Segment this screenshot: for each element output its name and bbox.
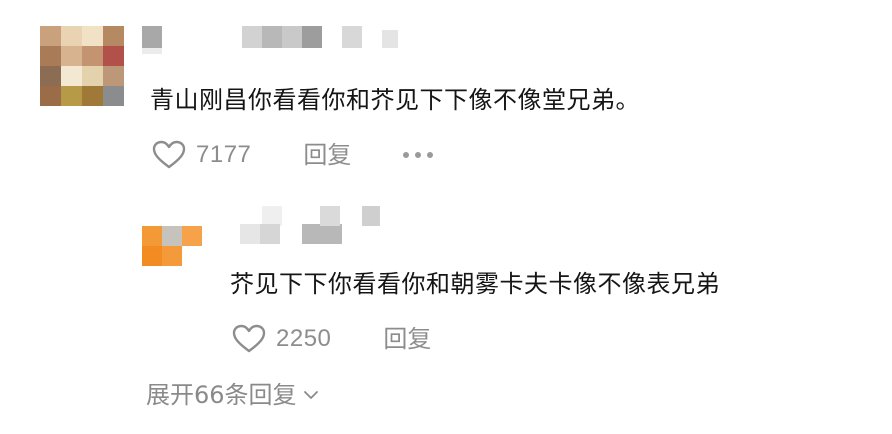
reply-button[interactable]: 回复	[303, 140, 351, 170]
comment-text: 芥见下下你看看你和朝雾卡夫卡像不像表兄弟	[230, 270, 720, 298]
comment-actions: 7177 回复	[152, 140, 439, 170]
avatar[interactable]	[142, 206, 202, 266]
chevron-down-icon	[303, 391, 318, 399]
comment-thread: 青山刚昌你看看你和芥见下下像不像堂兄弟。 7177 回复 芥见下下你看看你和朝雾…	[0, 0, 892, 434]
like-count: 7177	[196, 141, 252, 168]
username[interactable]	[240, 204, 400, 244]
avatar[interactable]	[40, 26, 124, 106]
like-button[interactable]: 7177	[152, 140, 251, 170]
comment-text: 青山刚昌你看看你和芥见下下像不像堂兄弟。	[150, 86, 640, 114]
comment-actions: 2250 回复	[232, 324, 431, 354]
like-count: 2250	[276, 325, 332, 352]
username[interactable]	[142, 24, 422, 54]
like-button[interactable]: 2250	[232, 324, 331, 354]
expand-replies-button[interactable]: 展开66条回复	[146, 378, 319, 412]
heart-icon	[232, 324, 266, 353]
reply-button[interactable]: 回复	[383, 324, 431, 354]
more-dots-icon[interactable]	[403, 152, 439, 158]
expand-replies-label: 展开66条回复	[146, 381, 297, 409]
heart-icon	[152, 140, 186, 169]
